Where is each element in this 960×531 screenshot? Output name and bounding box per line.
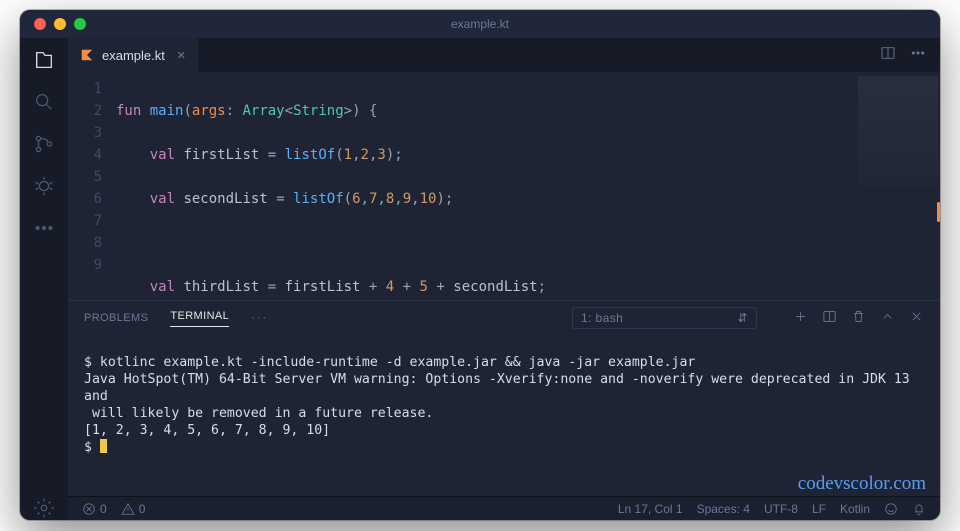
scroll-indicator xyxy=(937,202,940,222)
terminal-select[interactable]: 1: bash ⇵ xyxy=(572,307,757,329)
new-terminal-icon[interactable] xyxy=(793,309,808,327)
window-title: example.kt xyxy=(20,17,940,31)
more-icon[interactable] xyxy=(32,216,56,240)
tab-example-kt[interactable]: example.kt × xyxy=(68,38,198,72)
tab-label: example.kt xyxy=(102,48,165,63)
bell-icon[interactable] xyxy=(912,502,926,516)
chevron-up-icon[interactable] xyxy=(880,309,895,327)
editor-window: example.kt example.kt × xyxy=(20,10,940,520)
status-spaces[interactable]: Spaces: 4 xyxy=(697,502,750,516)
activity-bar xyxy=(20,38,68,520)
tab-close-icon[interactable]: × xyxy=(177,47,186,64)
explorer-icon[interactable] xyxy=(32,48,56,72)
settings-gear-icon[interactable] xyxy=(32,496,56,520)
trash-icon[interactable] xyxy=(851,309,866,327)
terminal-output[interactable]: $ kotlinc example.kt -include-runtime -d… xyxy=(68,335,940,496)
status-encoding[interactable]: UTF-8 xyxy=(764,502,798,516)
bottom-panel: PROBLEMS TERMINAL ··· 1: bash ⇵ xyxy=(68,300,940,496)
debug-icon[interactable] xyxy=(32,174,56,198)
tab-bar: example.kt × xyxy=(68,38,940,72)
split-terminal-icon[interactable] xyxy=(822,309,837,327)
code-editor[interactable]: 123456789 fun main(args: Array<String>) … xyxy=(68,72,940,300)
line-gutter: 123456789 xyxy=(68,72,116,300)
feedback-icon[interactable] xyxy=(884,502,898,516)
chevron-updown-icon: ⇵ xyxy=(738,311,748,325)
close-icon[interactable] xyxy=(909,309,924,327)
status-eol[interactable]: LF xyxy=(812,502,826,516)
panel-tab-problems[interactable]: PROBLEMS xyxy=(84,312,148,324)
terminal-cursor xyxy=(100,439,107,453)
kotlin-file-icon xyxy=(80,48,94,62)
watermark: codevscolor.com xyxy=(798,475,926,492)
status-position[interactable]: Ln 17, Col 1 xyxy=(618,502,683,516)
split-editor-icon[interactable] xyxy=(880,45,896,66)
status-warnings[interactable]: 0 xyxy=(121,502,146,516)
editor-more-icon[interactable] xyxy=(910,45,926,66)
panel-tab-more-icon[interactable]: ··· xyxy=(251,312,268,324)
panel-tab-terminal[interactable]: TERMINAL xyxy=(170,310,229,327)
panel-tabs: PROBLEMS TERMINAL ··· 1: bash ⇵ xyxy=(68,301,940,335)
code-content[interactable]: fun main(args: Array<String>) { val firs… xyxy=(116,72,940,300)
source-control-icon[interactable] xyxy=(32,132,56,156)
status-errors[interactable]: 0 xyxy=(82,502,107,516)
status-language[interactable]: Kotlin xyxy=(840,502,870,516)
status-bar: 0 0 Ln 17, Col 1 Spaces: 4 UTF-8 LF Kotl… xyxy=(68,496,940,520)
search-icon[interactable] xyxy=(32,90,56,114)
titlebar: example.kt xyxy=(20,10,940,38)
